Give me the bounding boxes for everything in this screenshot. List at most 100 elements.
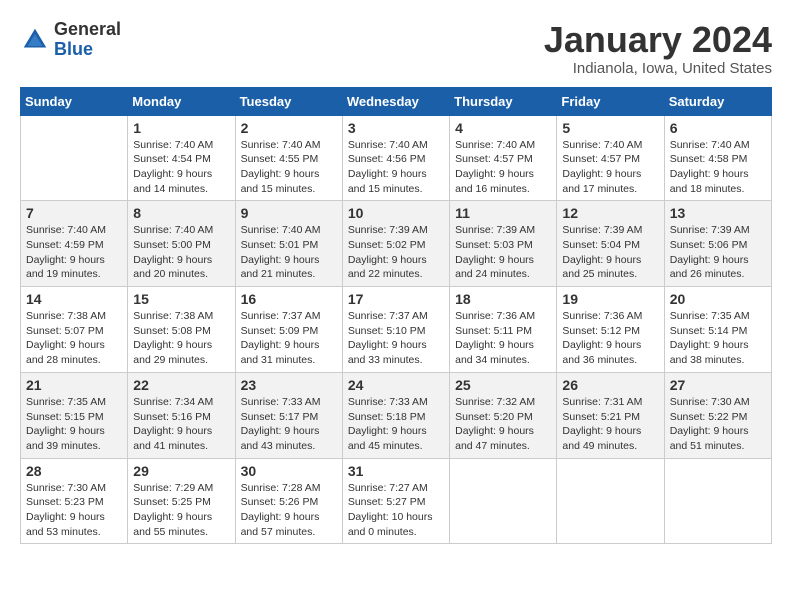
logo: General Blue	[20, 20, 121, 60]
calendar-cell: 9 Sunrise: 7:40 AMSunset: 5:01 PMDayligh…	[235, 201, 342, 287]
logo-general: General	[54, 20, 121, 40]
calendar-cell: 25 Sunrise: 7:32 AMSunset: 5:20 PMDaylig…	[450, 372, 557, 458]
calendar-cell: 23 Sunrise: 7:33 AMSunset: 5:17 PMDaylig…	[235, 372, 342, 458]
calendar-cell: 14 Sunrise: 7:38 AMSunset: 5:07 PMDaylig…	[21, 287, 128, 373]
day-info: Sunrise: 7:28 AMSunset: 5:26 PMDaylight:…	[241, 481, 337, 540]
week-row-5: 28 Sunrise: 7:30 AMSunset: 5:23 PMDaylig…	[21, 458, 772, 544]
day-info: Sunrise: 7:30 AMSunset: 5:22 PMDaylight:…	[670, 395, 766, 454]
calendar-cell: 12 Sunrise: 7:39 AMSunset: 5:04 PMDaylig…	[557, 201, 664, 287]
day-number: 20	[670, 291, 766, 307]
calendar-cell: 5 Sunrise: 7:40 AMSunset: 4:57 PMDayligh…	[557, 115, 664, 201]
day-number: 21	[26, 377, 122, 393]
calendar-cell: 20 Sunrise: 7:35 AMSunset: 5:14 PMDaylig…	[664, 287, 771, 373]
day-number: 1	[133, 120, 229, 136]
day-number: 22	[133, 377, 229, 393]
calendar-cell: 6 Sunrise: 7:40 AMSunset: 4:58 PMDayligh…	[664, 115, 771, 201]
day-number: 25	[455, 377, 551, 393]
day-number: 26	[562, 377, 658, 393]
logo-icon	[20, 25, 50, 55]
weekday-header-friday: Friday	[557, 87, 664, 115]
calendar-cell: 19 Sunrise: 7:36 AMSunset: 5:12 PMDaylig…	[557, 287, 664, 373]
day-number: 6	[670, 120, 766, 136]
day-info: Sunrise: 7:40 AMSunset: 5:00 PMDaylight:…	[133, 223, 229, 282]
month-title: January 2024	[544, 20, 772, 60]
logo-text: General Blue	[54, 20, 121, 60]
day-info: Sunrise: 7:40 AMSunset: 4:58 PMDaylight:…	[670, 138, 766, 197]
weekday-header-saturday: Saturday	[664, 87, 771, 115]
day-info: Sunrise: 7:27 AMSunset: 5:27 PMDaylight:…	[348, 481, 444, 540]
day-number: 5	[562, 120, 658, 136]
weekday-header-row: SundayMondayTuesdayWednesdayThursdayFrid…	[21, 87, 772, 115]
week-row-4: 21 Sunrise: 7:35 AMSunset: 5:15 PMDaylig…	[21, 372, 772, 458]
page-header: General Blue January 2024 Indianola, Iow…	[20, 20, 772, 77]
day-info: Sunrise: 7:38 AMSunset: 5:08 PMDaylight:…	[133, 309, 229, 368]
day-info: Sunrise: 7:40 AMSunset: 4:59 PMDaylight:…	[26, 223, 122, 282]
calendar-cell: 1 Sunrise: 7:40 AMSunset: 4:54 PMDayligh…	[128, 115, 235, 201]
day-number: 11	[455, 205, 551, 221]
day-info: Sunrise: 7:29 AMSunset: 5:25 PMDaylight:…	[133, 481, 229, 540]
calendar-cell: 8 Sunrise: 7:40 AMSunset: 5:00 PMDayligh…	[128, 201, 235, 287]
logo-blue: Blue	[54, 40, 121, 60]
day-number: 23	[241, 377, 337, 393]
calendar-table: SundayMondayTuesdayWednesdayThursdayFrid…	[20, 87, 772, 545]
location-subtitle: Indianola, Iowa, United States	[544, 60, 772, 77]
calendar-cell: 29 Sunrise: 7:29 AMSunset: 5:25 PMDaylig…	[128, 458, 235, 544]
day-info: Sunrise: 7:40 AMSunset: 4:56 PMDaylight:…	[348, 138, 444, 197]
day-info: Sunrise: 7:37 AMSunset: 5:09 PMDaylight:…	[241, 309, 337, 368]
day-info: Sunrise: 7:33 AMSunset: 5:18 PMDaylight:…	[348, 395, 444, 454]
calendar-cell: 26 Sunrise: 7:31 AMSunset: 5:21 PMDaylig…	[557, 372, 664, 458]
day-info: Sunrise: 7:33 AMSunset: 5:17 PMDaylight:…	[241, 395, 337, 454]
day-info: Sunrise: 7:37 AMSunset: 5:10 PMDaylight:…	[348, 309, 444, 368]
week-row-2: 7 Sunrise: 7:40 AMSunset: 4:59 PMDayligh…	[21, 201, 772, 287]
day-info: Sunrise: 7:39 AMSunset: 5:04 PMDaylight:…	[562, 223, 658, 282]
day-number: 2	[241, 120, 337, 136]
day-number: 14	[26, 291, 122, 307]
calendar-cell: 17 Sunrise: 7:37 AMSunset: 5:10 PMDaylig…	[342, 287, 449, 373]
day-number: 8	[133, 205, 229, 221]
calendar-cell: 7 Sunrise: 7:40 AMSunset: 4:59 PMDayligh…	[21, 201, 128, 287]
calendar-cell: 13 Sunrise: 7:39 AMSunset: 5:06 PMDaylig…	[664, 201, 771, 287]
day-number: 31	[348, 463, 444, 479]
calendar-cell: 24 Sunrise: 7:33 AMSunset: 5:18 PMDaylig…	[342, 372, 449, 458]
week-row-3: 14 Sunrise: 7:38 AMSunset: 5:07 PMDaylig…	[21, 287, 772, 373]
day-number: 13	[670, 205, 766, 221]
day-info: Sunrise: 7:40 AMSunset: 4:55 PMDaylight:…	[241, 138, 337, 197]
day-info: Sunrise: 7:38 AMSunset: 5:07 PMDaylight:…	[26, 309, 122, 368]
day-number: 10	[348, 205, 444, 221]
day-number: 9	[241, 205, 337, 221]
day-info: Sunrise: 7:40 AMSunset: 4:54 PMDaylight:…	[133, 138, 229, 197]
calendar-cell: 22 Sunrise: 7:34 AMSunset: 5:16 PMDaylig…	[128, 372, 235, 458]
day-info: Sunrise: 7:39 AMSunset: 5:02 PMDaylight:…	[348, 223, 444, 282]
calendar-cell: 15 Sunrise: 7:38 AMSunset: 5:08 PMDaylig…	[128, 287, 235, 373]
day-number: 24	[348, 377, 444, 393]
calendar-cell: 18 Sunrise: 7:36 AMSunset: 5:11 PMDaylig…	[450, 287, 557, 373]
weekday-header-wednesday: Wednesday	[342, 87, 449, 115]
day-number: 29	[133, 463, 229, 479]
day-info: Sunrise: 7:34 AMSunset: 5:16 PMDaylight:…	[133, 395, 229, 454]
calendar-cell: 27 Sunrise: 7:30 AMSunset: 5:22 PMDaylig…	[664, 372, 771, 458]
calendar-cell: 11 Sunrise: 7:39 AMSunset: 5:03 PMDaylig…	[450, 201, 557, 287]
calendar-cell: 31 Sunrise: 7:27 AMSunset: 5:27 PMDaylig…	[342, 458, 449, 544]
day-number: 4	[455, 120, 551, 136]
calendar-cell: 30 Sunrise: 7:28 AMSunset: 5:26 PMDaylig…	[235, 458, 342, 544]
calendar-cell: 2 Sunrise: 7:40 AMSunset: 4:55 PMDayligh…	[235, 115, 342, 201]
calendar-cell: 10 Sunrise: 7:39 AMSunset: 5:02 PMDaylig…	[342, 201, 449, 287]
title-block: January 2024 Indianola, Iowa, United Sta…	[544, 20, 772, 77]
day-number: 7	[26, 205, 122, 221]
calendar-cell: 3 Sunrise: 7:40 AMSunset: 4:56 PMDayligh…	[342, 115, 449, 201]
day-number: 19	[562, 291, 658, 307]
weekday-header-tuesday: Tuesday	[235, 87, 342, 115]
calendar-cell	[21, 115, 128, 201]
day-number: 16	[241, 291, 337, 307]
day-number: 12	[562, 205, 658, 221]
day-info: Sunrise: 7:39 AMSunset: 5:03 PMDaylight:…	[455, 223, 551, 282]
day-number: 3	[348, 120, 444, 136]
day-info: Sunrise: 7:39 AMSunset: 5:06 PMDaylight:…	[670, 223, 766, 282]
day-number: 18	[455, 291, 551, 307]
calendar-cell	[450, 458, 557, 544]
calendar-cell	[557, 458, 664, 544]
day-info: Sunrise: 7:35 AMSunset: 5:14 PMDaylight:…	[670, 309, 766, 368]
day-info: Sunrise: 7:40 AMSunset: 4:57 PMDaylight:…	[455, 138, 551, 197]
week-row-1: 1 Sunrise: 7:40 AMSunset: 4:54 PMDayligh…	[21, 115, 772, 201]
day-info: Sunrise: 7:40 AMSunset: 4:57 PMDaylight:…	[562, 138, 658, 197]
